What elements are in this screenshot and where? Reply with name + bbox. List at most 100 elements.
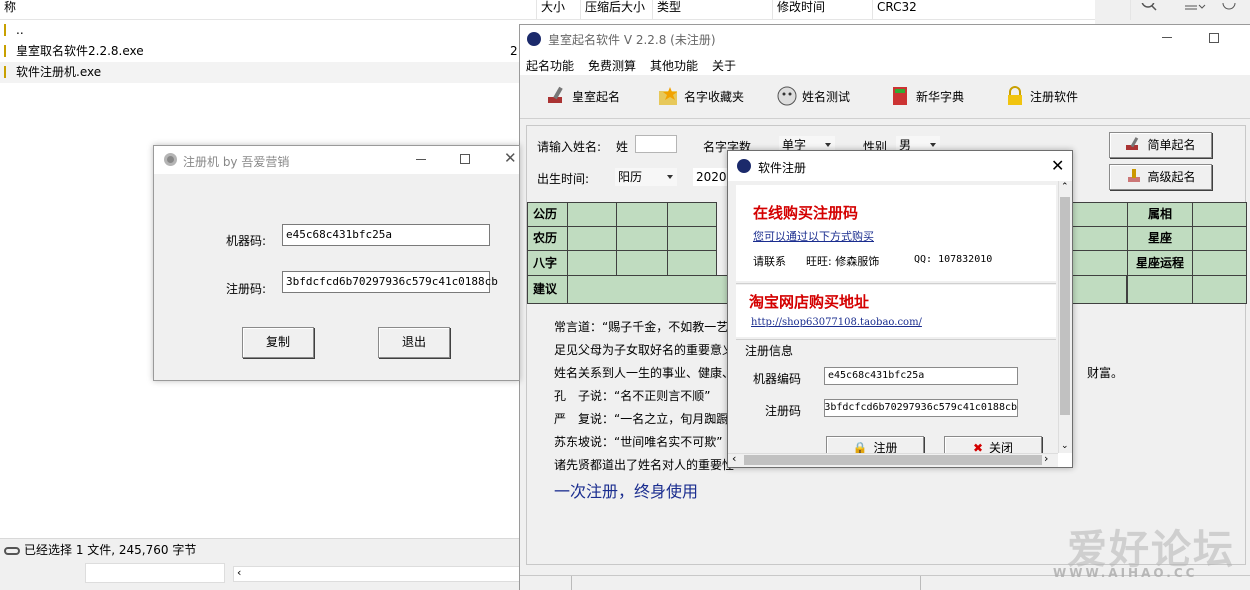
column-modified[interactable]: 修改时间	[772, 0, 825, 20]
menu-other[interactable]: 其他功能	[650, 57, 698, 74]
file-manager-path-box[interactable]	[85, 563, 225, 583]
intro-paragraph-line: 严 复说：“一名之立，旬月踟蹰	[554, 412, 729, 426]
surname-label: 姓	[616, 140, 629, 154]
intro-paragraph-line: 足见父母为子女取好名的重要意义	[554, 343, 735, 357]
advanced-naming-button[interactable]: 高级起名	[1109, 164, 1212, 190]
close-icon[interactable]: ✕	[504, 149, 517, 167]
file-list-header: 称 大小 压缩后大小 类型 修改时间 CRC32	[0, 0, 1131, 20]
chevron-down-icon	[930, 143, 936, 147]
buy-link[interactable]: 您可以通过以下方式购买	[753, 228, 874, 244]
register-dialog-content: 在线购买注册码 您可以通过以下方式购买 请联系 旺旺: 修森服饰 QQ: 107…	[728, 181, 1058, 453]
file-manager-status-bar: 已经选择 1 文件, 245,760 字节	[0, 538, 520, 560]
scroll-up-icon[interactable]: ⌃	[1061, 182, 1069, 192]
column-size[interactable]: 大小	[536, 0, 565, 20]
column-type[interactable]: 类型	[652, 0, 681, 20]
machine-code-label: 机器编码	[753, 372, 802, 386]
reg-code-label: 注册码	[765, 404, 802, 418]
name-test-button[interactable]: 姓名测试	[776, 81, 850, 113]
grid-label-zodiac: 属相	[1127, 202, 1193, 227]
dictionary-button[interactable]: 新华字典	[890, 81, 964, 113]
app-title-bar[interactable]: 皇室起名软件 V 2.2.8 (未注册)	[520, 25, 1250, 53]
grid-label-constellation: 星座	[1127, 226, 1193, 251]
book-icon	[890, 85, 912, 107]
file-manager-horizontal-scrollbar[interactable]: ‹	[233, 566, 523, 582]
machine-code-label: 机器码:	[226, 234, 267, 248]
register-dialog-title-bar[interactable]: 软件注册 ✕	[728, 151, 1072, 181]
list-item-selected[interactable]: 软件注册机.exe	[0, 62, 520, 83]
exe-file-icon	[4, 45, 14, 57]
close-button[interactable]: ✖ 关闭	[944, 436, 1042, 453]
app-toolbar: 皇室起名 名字收藏夹 姓名测试 新华字典 注册软件	[520, 75, 1250, 119]
grid-label-bazi: 八字	[527, 250, 568, 276]
simple-naming-button[interactable]: 简单起名	[1109, 132, 1212, 158]
register-slogan: 一次注册，终身使用	[554, 482, 699, 501]
lock-icon: 🔒	[852, 441, 868, 453]
register-software-button[interactable]: 注册软件	[1004, 81, 1078, 113]
chevron-down-icon	[667, 175, 673, 179]
view-options-icon[interactable]	[1185, 0, 1206, 10]
drive-icon	[4, 547, 20, 555]
register-button[interactable]: 🔒 注册	[826, 436, 924, 453]
machine-code-field[interactable]: e45c68c431bfc25a	[282, 224, 490, 246]
contact-qq: QQ: 107832010	[914, 254, 993, 265]
exit-button[interactable]: 退出	[378, 327, 450, 358]
menu-naming[interactable]: 起名功能	[526, 57, 574, 74]
column-name[interactable]: 称	[0, 0, 16, 20]
app-title: 皇室起名软件 V 2.2.8 (未注册)	[548, 33, 716, 47]
shop-section: 淘宝网店购买地址 http://shop63077108.taobao.com/	[736, 285, 1056, 337]
register-dialog-title: 软件注册	[758, 161, 807, 175]
search-icon[interactable]	[1140, 0, 1160, 11]
keygen-window: 注册机 by 吾爱营销 ✕ 机器码: e45c68c431bfc25a 注册码:…	[153, 145, 520, 381]
intro-paragraph-line: 苏东坡说：“世间唯名实不可欺”	[554, 435, 723, 449]
contact-label: 请联系	[753, 255, 786, 268]
close-icon[interactable]: ✕	[1051, 156, 1064, 175]
menu-about[interactable]: 关于	[712, 57, 736, 74]
exe-file-icon	[4, 66, 14, 78]
folder-icon	[4, 24, 14, 36]
reg-code-field[interactable]: 3bfdcfcd6b70297936c579c41c0188cb	[282, 271, 498, 293]
chevron-down-icon	[825, 143, 831, 147]
register-dialog: 软件注册 ✕ 在线购买注册码 您可以通过以下方式购买 请联系 旺旺: 修森服饰 …	[727, 150, 1073, 468]
app-menu-bar: 起名功能 免费测算 其他功能 关于	[520, 53, 1250, 75]
copy-button[interactable]: 复制	[242, 327, 314, 358]
stamp-icon	[1125, 135, 1143, 150]
name-prompt-label: 请输入姓名:	[537, 140, 602, 154]
minimize-icon[interactable]	[416, 159, 426, 160]
royal-naming-button[interactable]: 皇室起名	[546, 81, 620, 113]
machine-code-field[interactable]: e45c68c431bfc25a	[824, 367, 1018, 385]
scroll-down-icon[interactable]: ⌄	[1061, 441, 1069, 451]
lock-icon	[1004, 85, 1026, 107]
birth-time-label: 出生时间:	[537, 172, 590, 186]
shop-url-link[interactable]: http://shop63077108.taobao.com/	[751, 317, 922, 328]
intro-paragraph-tail: 财富。	[1087, 366, 1124, 380]
stamp-icon	[546, 85, 568, 107]
reg-code-input[interactable]: 3bfdcfcd6b70297936c579c41c0188cb	[824, 399, 1018, 417]
maximize-icon[interactable]	[460, 154, 470, 164]
column-crc32[interactable]: CRC32	[872, 0, 917, 20]
grid-label-lunar: 农历	[527, 226, 568, 251]
favorites-button[interactable]: 名字收藏夹	[658, 81, 744, 113]
app-logo-icon	[527, 32, 541, 46]
seal-icon	[1125, 167, 1143, 182]
list-item[interactable]: ..	[0, 20, 520, 41]
scroll-left-icon[interactable]: ‹	[237, 566, 241, 579]
intro-paragraph-line: 常言道：“赐子千金，不如教一艺	[554, 320, 729, 334]
buy-heading: 在线购买注册码	[753, 204, 859, 222]
app-logo-icon	[737, 159, 751, 173]
scroll-left-icon[interactable]: ‹	[732, 452, 736, 465]
vertical-scroll-thumb[interactable]	[1060, 197, 1070, 415]
list-item[interactable]: 皇室取名软件2.2.8.exe 2	[0, 41, 520, 62]
shop-heading: 淘宝网店购买地址	[749, 293, 870, 311]
surname-input[interactable]	[635, 135, 677, 153]
minimize-icon[interactable]	[1162, 37, 1172, 38]
horizontal-scroll-thumb[interactable]	[744, 455, 1042, 465]
contact-wangwang: 旺旺: 修森服饰	[806, 255, 880, 268]
keygen-title-bar[interactable]: 注册机 by 吾爱营销 ✕	[154, 146, 519, 174]
menu-free-test[interactable]: 免费测算	[588, 57, 636, 74]
help-icon[interactable]	[1222, 0, 1236, 10]
calendar-select[interactable]: 阳历	[615, 168, 677, 186]
scroll-right-icon[interactable]: ›	[1044, 452, 1048, 465]
reg-info-label: 注册信息	[745, 344, 794, 358]
maximize-icon[interactable]	[1209, 33, 1219, 43]
column-compressed-size[interactable]: 压缩后大小	[580, 0, 645, 20]
